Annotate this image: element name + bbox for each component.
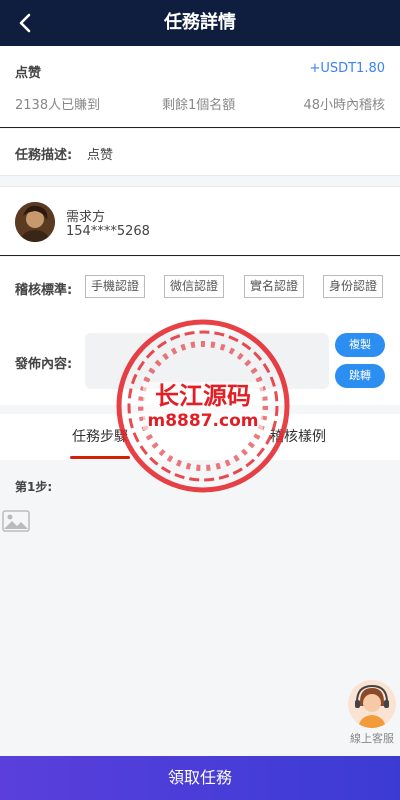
tag-realname-verify: 實名認證 [244, 275, 305, 298]
description-label: 任務描述: [15, 148, 73, 163]
review-section: 稽核標準: 手機認證 微信認證 實名認證 身份認證 發佈內容: 複製 跳轉 [0, 257, 400, 405]
task-description: 任務描述: 点赞 [0, 129, 400, 176]
customer-service-button[interactable]: 線上客服 [346, 680, 398, 746]
customer-service-label: 線上客服 [350, 732, 394, 745]
steps-content: 第1步: [0, 460, 400, 756]
earned-count: 2138人已賺到 [15, 98, 101, 113]
description-value: 点赞 [87, 148, 114, 163]
tab-steps[interactable]: 任務步驟 [72, 414, 128, 460]
review-standard-label: 稽核標準: [15, 283, 73, 298]
copy-button[interactable]: 複製 [335, 333, 385, 357]
page-title: 任務詳情 [164, 12, 236, 33]
review-time: 48小時內稽核 [303, 98, 385, 113]
publisher-label: 需求方 [66, 210, 106, 225]
broken-image-icon [2, 510, 30, 532]
reward-amount: +USDT1.80 [309, 61, 385, 76]
task-name: 点赞 [15, 66, 42, 81]
tag-id-verify: 身份認證 [323, 275, 384, 298]
tag-phone-verify: 手機認證 [85, 275, 146, 298]
active-tab-underline [70, 456, 130, 459]
claim-task-button[interactable]: 領取任務 [0, 756, 400, 800]
header-bar: 任務詳情 [0, 0, 400, 46]
tag-wechat-verify: 微信認證 [164, 275, 225, 298]
publisher-phone: 154****5268 [66, 224, 150, 239]
tab-examples[interactable]: 稽核樣例 [270, 414, 326, 460]
step-1-label: 第1步: [15, 480, 53, 494]
task-summary: 点赞 +USDT1.80 2138人已賺到 剩餘1個名額 48小時內稽核 [0, 46, 400, 128]
remaining-slots: 剩餘1個名額 [162, 98, 236, 113]
content-label: 發佈內容: [15, 357, 73, 372]
content-box [85, 333, 329, 389]
customer-service-icon [348, 680, 396, 728]
publisher-card: 需求方 154****5268 [0, 186, 400, 256]
jump-button[interactable]: 跳轉 [335, 364, 385, 388]
tab-bar: 任務步驟 稽核樣例 [0, 414, 400, 460]
avatar [15, 202, 55, 242]
